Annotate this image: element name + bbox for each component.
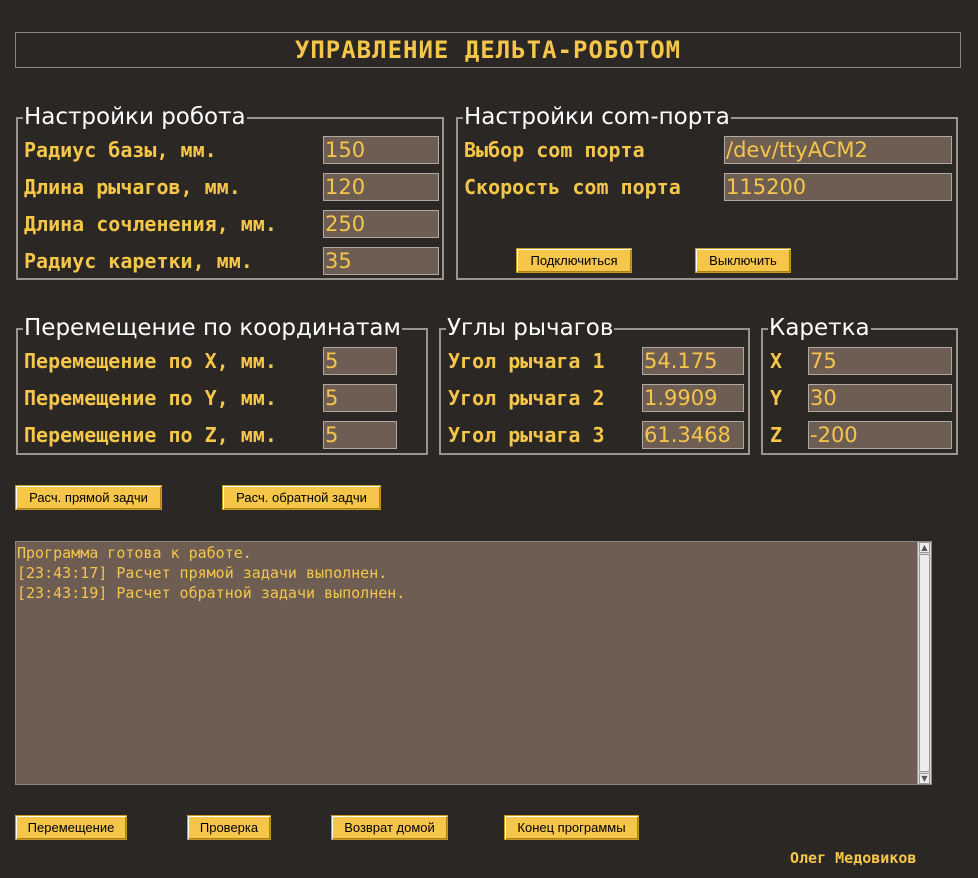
joint-length-label: Длина сочленения, мм. [24,212,277,236]
log-lines: Программа готова к работе. [23:43:17] Ра… [17,543,915,603]
lever-length-input[interactable]: 120 [323,173,439,201]
angle-1-input[interactable]: 54.175 [642,347,744,375]
check-button[interactable]: Проверка [187,815,271,840]
lever-length-label: Длина рычагов, мм. [24,175,241,199]
move-x-label: Перемещение по X, мм. [24,349,277,373]
move-z-input[interactable]: 5 [323,421,397,449]
baud-rate-label: Скорость com порта [464,175,681,199]
com-settings-title: Настройки com-порта [463,104,731,130]
carriage-radius-input[interactable]: 35 [323,247,439,275]
angle-2-input[interactable]: 1.9909 [642,384,744,412]
move-button[interactable]: Перемещение [15,815,127,840]
log-line: [23:43:19] Расчет обратной задачи выполн… [17,584,406,602]
connect-button[interactable]: Подключиться [516,248,632,273]
page-title: УПРАВЛЕНИЕ ДЕЛЬТА-РОБОТОМ [294,36,682,64]
carriage-title: Каретка [768,315,871,341]
inverse-kinematics-button[interactable]: Расч. обратной задчи [222,485,381,510]
disconnect-button[interactable]: Выключить [695,248,791,273]
carriage-group: Каретка X 75 Y 30 Z -200 [761,315,958,455]
base-radius-input[interactable]: 150 [323,136,439,164]
com-settings-group: Настройки com-порта Выбор com порта /dev… [456,104,958,280]
movement-title: Перемещение по координатам [23,315,402,341]
carriage-x-label: X [770,349,783,373]
carriage-y-label: Y [770,386,783,410]
joint-length-input[interactable]: 250 [323,210,439,238]
robot-settings-group: Настройки робота Радиус базы, мм. 150 Дл… [16,104,444,280]
carriage-z-input[interactable]: -200 [808,421,952,449]
angle-2-label: Угол рычага 2 [448,386,605,410]
baud-rate-input[interactable]: 115200 [724,173,952,201]
move-z-label: Перемещение по Z, мм. [24,423,277,447]
arrow-down-icon[interactable]: ▼ [919,773,930,784]
lever-angles-group: Углы рычагов Угол рычага 1 54.175 Угол р… [439,315,750,455]
log-textarea[interactable]: Программа готова к работе. [23:43:17] Ра… [15,541,932,785]
move-y-input[interactable]: 5 [323,384,397,412]
com-port-label: Выбор com порта [464,138,645,162]
log-line: Программа готова к работе. [17,544,252,562]
scroll-thumb[interactable] [919,554,930,772]
log-scrollbar[interactable]: ▲ ▼ [917,542,931,784]
arrow-up-icon[interactable]: ▲ [919,542,930,553]
base-radius-label: Радиус базы, мм. [24,138,217,162]
exit-program-button[interactable]: Конец программы [504,815,639,840]
carriage-x-input[interactable]: 75 [808,347,952,375]
author-name: Олег Медовиков [790,849,917,867]
move-y-label: Перемещение по Y, мм. [24,386,277,410]
move-x-input[interactable]: 5 [323,347,397,375]
forward-kinematics-button[interactable]: Расч. прямой задчи [15,485,162,510]
title-bar: УПРАВЛЕНИЕ ДЕЛЬТА-РОБОТОМ [15,32,961,68]
com-port-input[interactable]: /dev/ttyACM2 [724,136,952,164]
angle-3-label: Угол рычага 3 [448,423,605,447]
carriage-z-label: Z [770,423,783,447]
robot-settings-title: Настройки робота [23,104,247,130]
carriage-radius-label: Радиус каретки, мм. [24,249,253,273]
lever-angles-title: Углы рычагов [446,315,615,341]
angle-1-label: Угол рычага 1 [448,349,605,373]
return-home-button[interactable]: Возврат домой [331,815,448,840]
angle-3-input[interactable]: 61.3468 [642,421,744,449]
movement-group: Перемещение по координатам Перемещение п… [16,315,428,455]
log-line: [23:43:17] Расчет прямой задачи выполнен… [17,564,388,582]
carriage-y-input[interactable]: 30 [808,384,952,412]
